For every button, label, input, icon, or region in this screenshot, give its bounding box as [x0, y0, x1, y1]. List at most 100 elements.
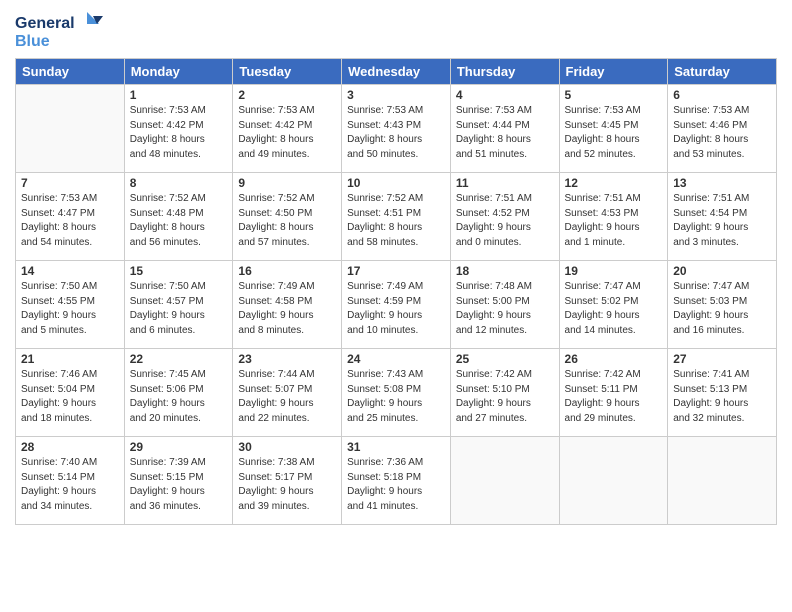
- calendar-week-1: 1 Sunrise: 7:53 AM Sunset: 4:42 PM Daylig…: [16, 85, 777, 173]
- day-info: Sunrise: 7:48 AM Sunset: 5:00 PM Dayligh…: [456, 280, 554, 338]
- day-number: 11: [456, 176, 554, 190]
- day-number: 7: [21, 176, 119, 190]
- day-info: Sunrise: 7:51 AM Sunset: 4:53 PM Dayligh…: [565, 192, 663, 250]
- calendar-cell: 8 Sunrise: 7:52 AM Sunset: 4:48 PM Daylig…: [124, 173, 233, 261]
- svg-text:Blue: Blue: [15, 33, 50, 50]
- day-number: 4: [456, 88, 554, 102]
- day-info: Sunrise: 7:47 AM Sunset: 5:02 PM Dayligh…: [565, 280, 663, 338]
- calendar-cell: 31 Sunrise: 7:36 AM Sunset: 5:18 PM Dayli…: [342, 437, 451, 525]
- calendar-cell: 17Sunrise: 7:49 AM Sunset: 4:59 PM Dayli…: [342, 261, 451, 349]
- day-info: Sunrise: 7:46 AM Sunset: 5:04 PM Dayligh…: [21, 368, 119, 426]
- weekday-header-thursday: Thursday: [450, 59, 559, 85]
- calendar-cell: 24 Sunrise: 7:43 AM Sunset: 5:08 PM Dayli…: [342, 349, 451, 437]
- day-number: 13: [673, 176, 771, 190]
- day-info: Sunrise: 7:53 AM Sunset: 4:42 PM Dayligh…: [238, 104, 336, 162]
- calendar-cell: 28 Sunrise: 7:40 AM Sunset: 5:14 PM Dayli…: [16, 437, 125, 525]
- day-number: 8: [130, 176, 228, 190]
- calendar-cell: 21 Sunrise: 7:46 AM Sunset: 5:04 PM Dayli…: [16, 349, 125, 437]
- day-info: Sunrise: 7:47 AM Sunset: 5:03 PM Dayligh…: [673, 280, 771, 338]
- weekday-header-friday: Friday: [559, 59, 668, 85]
- day-number: 2: [238, 88, 336, 102]
- day-info: Sunrise: 7:44 AM Sunset: 5:07 PM Dayligh…: [238, 368, 336, 426]
- day-info: Sunrise: 7:38 AM Sunset: 5:17 PM Dayligh…: [238, 456, 336, 514]
- calendar-table: SundayMondayTuesdayWednesdayThursdayFrid…: [15, 58, 777, 525]
- calendar-cell: 30 Sunrise: 7:38 AM Sunset: 5:17 PM Dayli…: [233, 437, 342, 525]
- calendar-cell: 10 Sunrise: 7:52 AM Sunset: 4:51 PM Dayli…: [342, 173, 451, 261]
- day-number: 10: [347, 176, 445, 190]
- weekday-header-saturday: Saturday: [668, 59, 777, 85]
- day-info: Sunrise: 7:49 AM Sunset: 4:58 PM Dayligh…: [238, 280, 336, 338]
- calendar-cell: 2 Sunrise: 7:53 AM Sunset: 4:42 PM Daylig…: [233, 85, 342, 173]
- day-number: 24: [347, 352, 445, 366]
- day-info: Sunrise: 7:53 AM Sunset: 4:44 PM Dayligh…: [456, 104, 554, 162]
- calendar-cell: 7 Sunrise: 7:53 AM Sunset: 4:47 PM Daylig…: [16, 173, 125, 261]
- day-number: 14: [21, 264, 119, 278]
- logo: GeneralBlue: [15, 10, 105, 50]
- day-info: Sunrise: 7:52 AM Sunset: 4:51 PM Dayligh…: [347, 192, 445, 250]
- day-number: 5: [565, 88, 663, 102]
- day-info: Sunrise: 7:42 AM Sunset: 5:11 PM Dayligh…: [565, 368, 663, 426]
- calendar-week-5: 28 Sunrise: 7:40 AM Sunset: 5:14 PM Dayli…: [16, 437, 777, 525]
- calendar-cell: 18 Sunrise: 7:48 AM Sunset: 5:00 PM Dayli…: [450, 261, 559, 349]
- calendar-week-4: 21 Sunrise: 7:46 AM Sunset: 5:04 PM Dayli…: [16, 349, 777, 437]
- day-info: Sunrise: 7:53 AM Sunset: 4:46 PM Dayligh…: [673, 104, 771, 162]
- day-info: Sunrise: 7:52 AM Sunset: 4:50 PM Dayligh…: [238, 192, 336, 250]
- day-number: 26: [565, 352, 663, 366]
- weekday-header-monday: Monday: [124, 59, 233, 85]
- calendar-cell: 14 Sunrise: 7:50 AM Sunset: 4:55 PM Dayli…: [16, 261, 125, 349]
- day-number: 9: [238, 176, 336, 190]
- day-info: Sunrise: 7:39 AM Sunset: 5:15 PM Dayligh…: [130, 456, 228, 514]
- day-info: Sunrise: 7:53 AM Sunset: 4:42 PM Dayligh…: [130, 104, 228, 162]
- calendar-week-3: 14 Sunrise: 7:50 AM Sunset: 4:55 PM Dayli…: [16, 261, 777, 349]
- day-info: Sunrise: 7:41 AM Sunset: 5:13 PM Dayligh…: [673, 368, 771, 426]
- day-number: 12: [565, 176, 663, 190]
- day-info: Sunrise: 7:50 AM Sunset: 4:57 PM Dayligh…: [130, 280, 228, 338]
- day-number: 20: [673, 264, 771, 278]
- day-number: 22: [130, 352, 228, 366]
- day-number: 1: [130, 88, 228, 102]
- calendar-cell: 20 Sunrise: 7:47 AM Sunset: 5:03 PM Dayli…: [668, 261, 777, 349]
- day-info: Sunrise: 7:40 AM Sunset: 5:14 PM Dayligh…: [21, 456, 119, 514]
- day-number: 23: [238, 352, 336, 366]
- day-number: 25: [456, 352, 554, 366]
- calendar-cell: [16, 85, 125, 173]
- day-number: 29: [130, 440, 228, 454]
- calendar-cell: 3 Sunrise: 7:53 AM Sunset: 4:43 PM Daylig…: [342, 85, 451, 173]
- weekday-header-sunday: Sunday: [16, 59, 125, 85]
- main-container: GeneralBlue SundayMondayTuesdayWednesday…: [0, 0, 792, 612]
- day-info: Sunrise: 7:43 AM Sunset: 5:08 PM Dayligh…: [347, 368, 445, 426]
- calendar-week-2: 7 Sunrise: 7:53 AM Sunset: 4:47 PM Daylig…: [16, 173, 777, 261]
- day-info: Sunrise: 7:51 AM Sunset: 4:54 PM Dayligh…: [673, 192, 771, 250]
- day-number: 30: [238, 440, 336, 454]
- calendar-cell: 16 Sunrise: 7:49 AM Sunset: 4:58 PM Dayli…: [233, 261, 342, 349]
- calendar-cell: 19Sunrise: 7:47 AM Sunset: 5:02 PM Dayli…: [559, 261, 668, 349]
- day-info: Sunrise: 7:45 AM Sunset: 5:06 PM Dayligh…: [130, 368, 228, 426]
- day-info: Sunrise: 7:36 AM Sunset: 5:18 PM Dayligh…: [347, 456, 445, 514]
- calendar-cell: 12 Sunrise: 7:51 AM Sunset: 4:53 PM Dayli…: [559, 173, 668, 261]
- calendar-cell: 6Sunrise: 7:53 AM Sunset: 4:46 PM Daylig…: [668, 85, 777, 173]
- day-info: Sunrise: 7:51 AM Sunset: 4:52 PM Dayligh…: [456, 192, 554, 250]
- calendar-cell: 25Sunrise: 7:42 AM Sunset: 5:10 PM Dayli…: [450, 349, 559, 437]
- calendar-cell: 5Sunrise: 7:53 AM Sunset: 4:45 PM Daylig…: [559, 85, 668, 173]
- calendar-cell: [559, 437, 668, 525]
- svg-text:General: General: [15, 15, 75, 32]
- calendar-cell: 13 Sunrise: 7:51 AM Sunset: 4:54 PM Dayli…: [668, 173, 777, 261]
- calendar-cell: 22 Sunrise: 7:45 AM Sunset: 5:06 PM Dayli…: [124, 349, 233, 437]
- day-number: 16: [238, 264, 336, 278]
- day-number: 28: [21, 440, 119, 454]
- day-info: Sunrise: 7:53 AM Sunset: 4:47 PM Dayligh…: [21, 192, 119, 250]
- day-number: 17: [347, 264, 445, 278]
- day-info: Sunrise: 7:53 AM Sunset: 4:43 PM Dayligh…: [347, 104, 445, 162]
- day-number: 3: [347, 88, 445, 102]
- day-info: Sunrise: 7:50 AM Sunset: 4:55 PM Dayligh…: [21, 280, 119, 338]
- weekday-header-row: SundayMondayTuesdayWednesdayThursdayFrid…: [16, 59, 777, 85]
- calendar-cell: 23 Sunrise: 7:44 AM Sunset: 5:07 PM Dayli…: [233, 349, 342, 437]
- day-number: 21: [21, 352, 119, 366]
- header: GeneralBlue: [15, 10, 777, 50]
- day-number: 27: [673, 352, 771, 366]
- calendar-cell: 27 Sunrise: 7:41 AM Sunset: 5:13 PM Dayli…: [668, 349, 777, 437]
- day-number: 18: [456, 264, 554, 278]
- calendar-cell: 15Sunrise: 7:50 AM Sunset: 4:57 PM Dayli…: [124, 261, 233, 349]
- day-number: 31: [347, 440, 445, 454]
- day-info: Sunrise: 7:52 AM Sunset: 4:48 PM Dayligh…: [130, 192, 228, 250]
